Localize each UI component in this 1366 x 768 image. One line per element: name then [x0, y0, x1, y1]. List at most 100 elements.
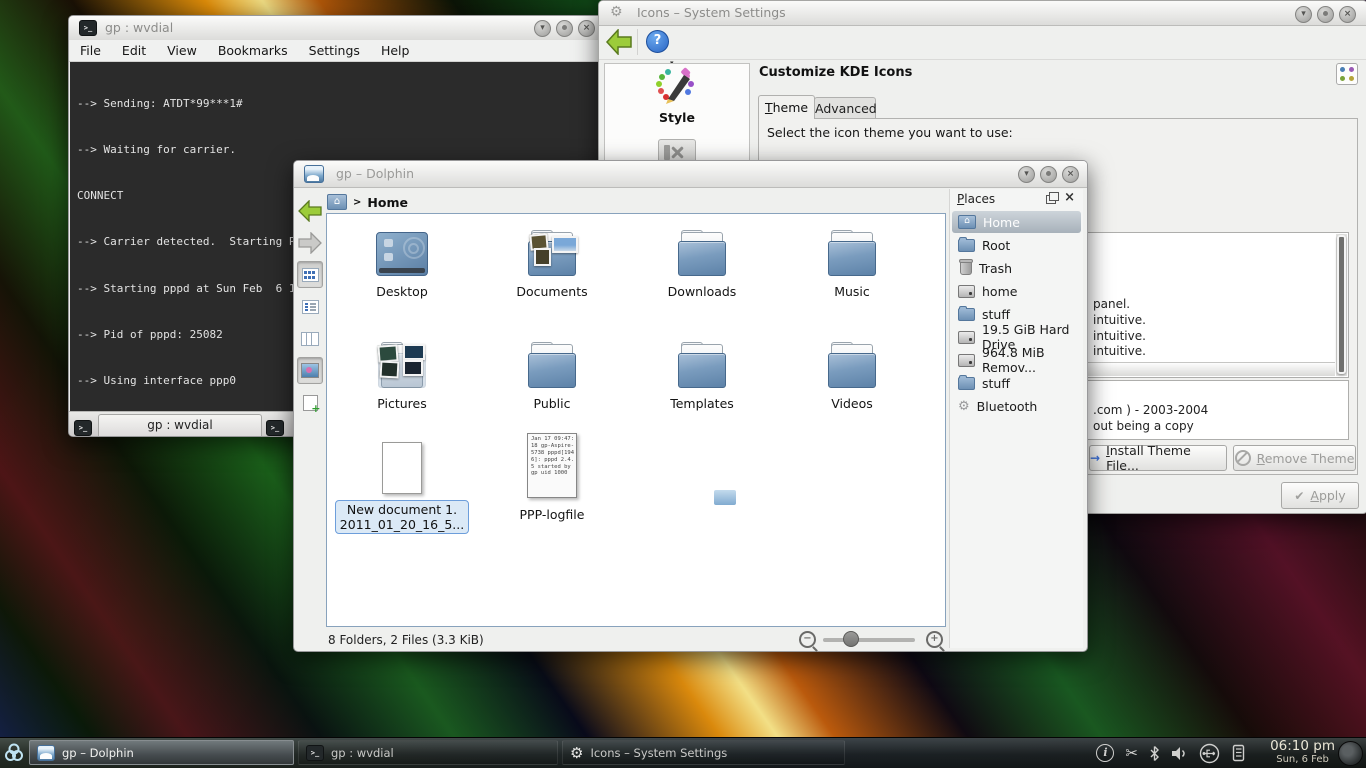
menu-view[interactable]: View	[167, 43, 197, 58]
settings-titlebar[interactable]: ⚙ Icons – System Settings ▾ ×	[599, 1, 1366, 26]
overview-icon[interactable]	[1336, 63, 1358, 85]
place-bluetooth[interactable]: ⚙ Bluetooth	[952, 395, 1081, 417]
terminal-titlebar[interactable]: >_ gp : wvdial ▾ ×	[69, 16, 611, 41]
folder-item[interactable]: Music	[777, 224, 927, 299]
task-dolphin[interactable]: gp – Dolphin	[29, 740, 294, 765]
place-stuff2[interactable]: stuff	[952, 372, 1081, 394]
documents-folder-icon	[528, 232, 576, 276]
usb-device-icon[interactable]	[1199, 743, 1220, 764]
float-panel-icon[interactable]	[1046, 195, 1056, 204]
details-view-button[interactable]	[297, 293, 323, 320]
task-wvdial[interactable]: >_ gp : wvdial	[298, 740, 558, 765]
dolphin-window: gp – Dolphin ▾ × ⌂ > Home	[293, 160, 1088, 652]
place-home[interactable]: ⌂ Home	[952, 211, 1081, 233]
folder-item[interactable]: Downloads	[627, 224, 777, 299]
gear-icon: ⚙	[570, 744, 583, 762]
place-removable[interactable]: 964.8 MiB Remov...	[952, 349, 1081, 371]
close-icon[interactable]: ×	[1339, 6, 1356, 23]
theme-list-row[interactable]: intuitive.	[1093, 329, 1146, 343]
remove-theme-button[interactable]: Remove Theme	[1233, 445, 1356, 471]
back-icon[interactable]	[605, 29, 633, 55]
device-notifier-icon[interactable]	[1231, 744, 1246, 762]
page-title: Customize KDE Icons	[759, 65, 912, 80]
logfile-preview-icon: Jan 17 09:47:18 gp-Aspire-5738 pppd[1946…	[527, 433, 577, 498]
menu-settings[interactable]: Settings	[309, 43, 360, 58]
minimize-icon[interactable]: ▾	[534, 20, 551, 37]
file-item-selected[interactable]: New document 1.2011_01_20_16_5...	[327, 432, 477, 534]
new-tab-button[interactable]: >_	[74, 415, 92, 436]
folder-item[interactable]: Templates	[627, 336, 777, 411]
zoom-slider-handle[interactable]	[843, 631, 859, 647]
folder-item[interactable]: Pictures	[327, 336, 477, 411]
plasma-toolbox-icon[interactable]	[1338, 741, 1363, 766]
breadcrumb-home[interactable]: Home	[367, 195, 408, 210]
tab-list-button[interactable]: >_	[266, 415, 284, 436]
add-panel-icon: +	[303, 395, 318, 411]
folder-label: Templates	[627, 396, 777, 411]
maximize-icon[interactable]	[1040, 166, 1057, 183]
maximize-icon[interactable]	[556, 20, 573, 37]
split-view-button[interactable]: +	[297, 389, 323, 416]
digital-clock[interactable]: 06:10 pm Sun, 6 Feb	[1270, 739, 1335, 765]
menu-bookmarks[interactable]: Bookmarks	[218, 43, 288, 58]
task-system-settings[interactable]: ⚙ Icons – System Settings	[562, 740, 845, 765]
columns-view-button[interactable]	[297, 325, 323, 352]
theme-list-row[interactable]: intuitive.	[1093, 313, 1146, 327]
launcher-trefoil-icon	[2, 741, 26, 765]
home-folder-icon[interactable]: ⌂	[327, 194, 347, 210]
dolphin-titlebar[interactable]: gp – Dolphin ▾ ×	[294, 161, 1087, 188]
minimize-icon[interactable]: ▾	[1295, 6, 1312, 23]
volume-icon[interactable]	[1171, 746, 1188, 761]
close-panel-icon[interactable]: ×	[1064, 190, 1075, 205]
scrollbar-thumb[interactable]	[1337, 235, 1346, 374]
forward-button[interactable]	[297, 229, 323, 256]
system-tray: i ✂	[1096, 738, 1246, 768]
folder-item[interactable]: Videos	[777, 336, 927, 411]
close-icon[interactable]: ×	[1062, 166, 1079, 183]
pictures-folder-icon	[378, 344, 426, 388]
terminal-icon: >_	[306, 745, 324, 761]
tab-theme[interactable]: Theme	[758, 95, 815, 119]
menu-file[interactable]: File	[80, 43, 101, 58]
place-trash[interactable]: Trash	[952, 257, 1081, 279]
zoom-in-icon[interactable]: +	[926, 631, 943, 648]
folder-icon	[528, 344, 576, 388]
folder-label: Pictures	[327, 396, 477, 411]
clipboard-scissors-icon[interactable]: ✂	[1125, 744, 1138, 762]
place-home-drive[interactable]: home	[952, 280, 1081, 302]
folder-item[interactable]: Desktop	[327, 224, 477, 299]
apply-button[interactable]: ✔ Apply	[1281, 482, 1359, 509]
folder-item[interactable]: Public	[477, 336, 627, 411]
theme-list-row[interactable]: panel.	[1093, 297, 1130, 311]
app-launcher-button[interactable]	[1, 740, 27, 766]
folder-label: Public	[477, 396, 627, 411]
zoom-slider-track[interactable]	[823, 638, 915, 642]
scrollbar[interactable]	[1336, 234, 1347, 376]
preview-button[interactable]	[297, 357, 323, 384]
dolphin-icon	[304, 165, 324, 183]
maximize-icon[interactable]	[1317, 6, 1334, 23]
file-item[interactable]: Jan 17 09:47:18 gp-Aspire-5738 pppd[1946…	[477, 432, 627, 522]
info-icon[interactable]: i	[1096, 744, 1114, 762]
close-icon[interactable]: ×	[578, 20, 595, 37]
icons-view-button[interactable]	[297, 261, 323, 288]
zoom-out-icon[interactable]: −	[799, 631, 816, 648]
bluetooth-icon[interactable]	[1149, 745, 1160, 762]
file-view[interactable]: Desktop Documents Downloads	[326, 213, 946, 627]
terminal-tab[interactable]: gp : wvdial	[98, 414, 262, 436]
folder-icon	[958, 308, 975, 321]
place-root[interactable]: Root	[952, 234, 1081, 256]
sidebar-item-style[interactable]: Style	[605, 64, 749, 125]
theme-list-row[interactable]: intuitive.	[1093, 344, 1146, 358]
folder-item[interactable]: Documents	[477, 224, 627, 299]
terminal-menubar: File Edit View Bookmarks Settings Help	[69, 40, 611, 62]
menu-help[interactable]: Help	[381, 43, 410, 58]
install-theme-button[interactable]: → Install Theme File...	[1089, 445, 1227, 471]
menu-edit[interactable]: Edit	[122, 43, 146, 58]
minimize-icon[interactable]: ▾	[1018, 166, 1035, 183]
terminal-icon: >_	[79, 20, 97, 36]
back-button[interactable]	[297, 197, 323, 224]
dolphin-icon	[37, 745, 55, 761]
help-icon[interactable]: ?	[646, 30, 669, 53]
tab-advanced[interactable]: Advanced	[814, 97, 876, 120]
